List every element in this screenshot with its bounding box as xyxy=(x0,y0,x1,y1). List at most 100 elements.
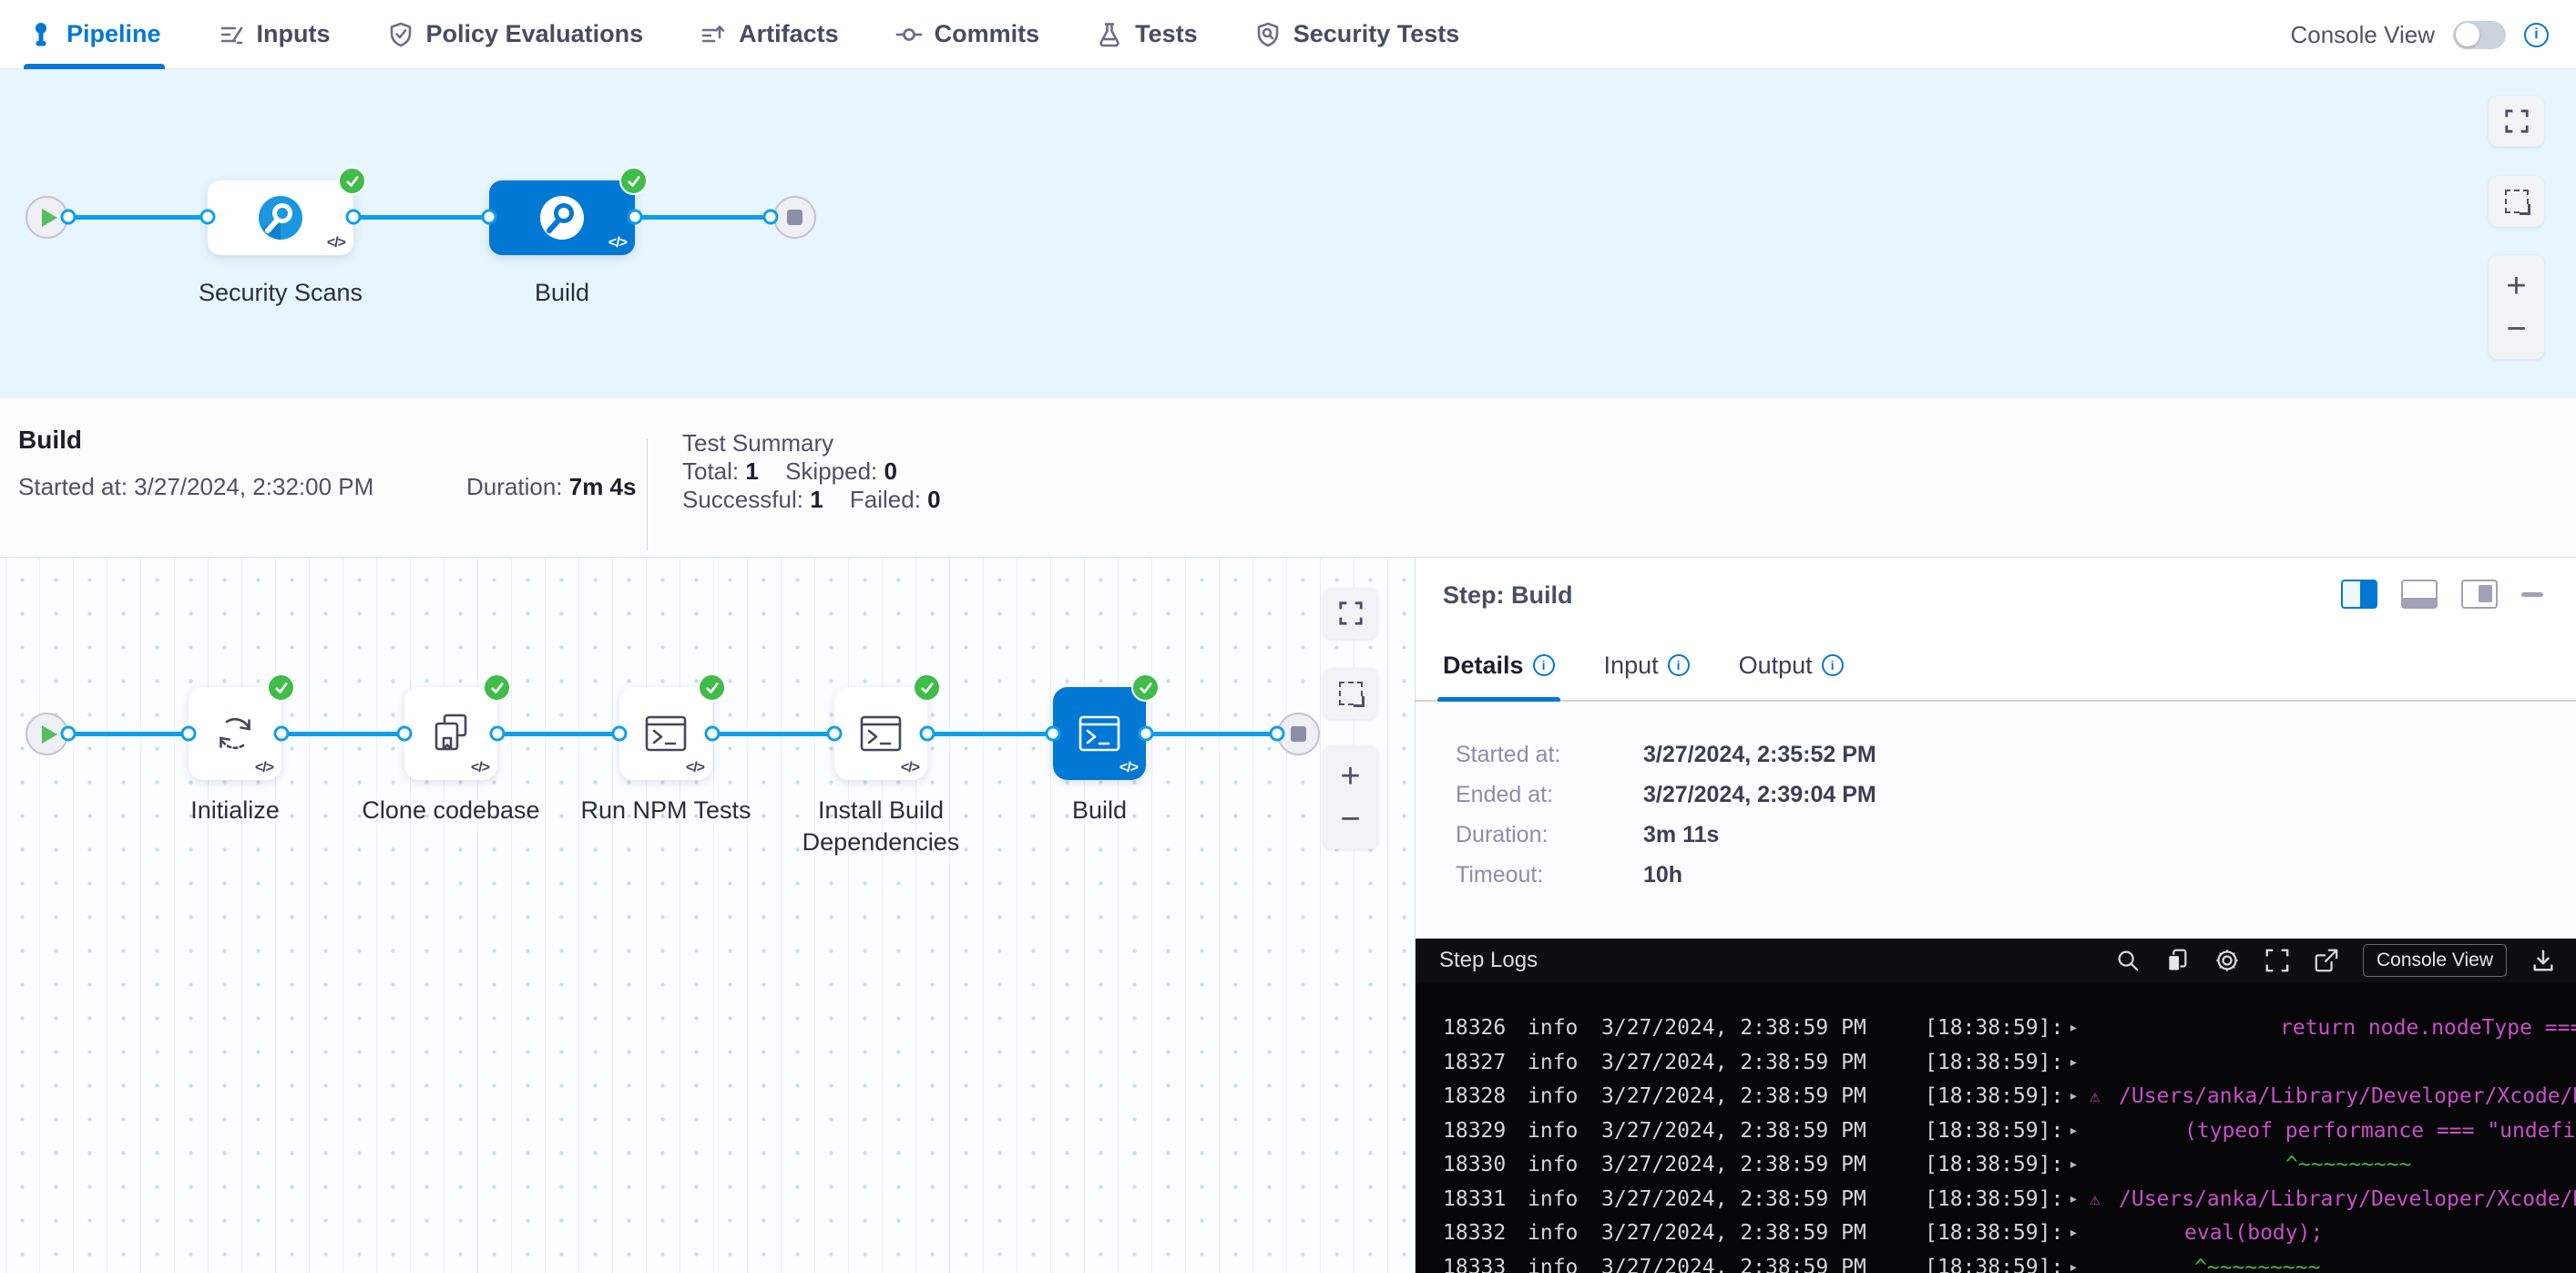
pipeline-execution-page: Pipeline Inputs Policy Evaluations Artif… xyxy=(0,0,2576,1273)
search-icon[interactable] xyxy=(2115,948,2141,973)
code-badge: </> xyxy=(686,760,704,776)
connector-port xyxy=(920,726,935,742)
minimize-panel-button[interactable] xyxy=(2521,592,2543,597)
duration-value: 7m 4s xyxy=(569,473,637,500)
log-line[interactable]: 18332 info 3/27/2024, 2:38:59 PM [18:38:… xyxy=(1416,1219,2576,1247)
zoom-in-button[interactable]: + xyxy=(1340,759,1360,794)
zoom-out-button[interactable]: − xyxy=(1340,802,1360,837)
success-badge xyxy=(483,673,511,702)
log-date: 3/27/2024, 2:38:59 PM xyxy=(1601,1049,1866,1076)
step-node-install-build-dependencies[interactable]: </> xyxy=(834,687,927,780)
zoom-out-button[interactable]: − xyxy=(2506,312,2526,346)
tab-security-tests[interactable]: Security Tests xyxy=(1254,0,1460,69)
info-icon[interactable]: i xyxy=(1822,654,1844,676)
expand-arrow-icon[interactable]: ▸ xyxy=(2069,1219,2079,1247)
log-date: 3/27/2024, 2:38:59 PM xyxy=(1601,1219,1866,1247)
console-view-button[interactable]: Console View xyxy=(2363,944,2507,977)
connector-port xyxy=(612,726,628,742)
tab-artifacts[interactable]: Artifacts xyxy=(700,0,839,69)
settings-gear-icon[interactable] xyxy=(2213,947,2241,974)
zoom-in-button[interactable]: + xyxy=(2506,269,2526,303)
tab-label: Security Tests xyxy=(1293,20,1460,48)
code-badge: </> xyxy=(471,760,489,776)
fullscreen-button[interactable] xyxy=(2489,96,2544,147)
layout-floating-view-button[interactable] xyxy=(2461,580,2498,609)
fullscreen-icon[interactable] xyxy=(2264,948,2290,973)
tab-input[interactable]: Input i xyxy=(1604,630,1690,701)
log-level: info xyxy=(1528,1254,1578,1273)
step-node-run-npm-tests[interactable]: </> xyxy=(619,687,712,780)
tab-label: Inputs xyxy=(257,20,331,48)
play-icon xyxy=(42,209,57,227)
tab-details[interactable]: Details i xyxy=(1443,630,1555,701)
connector-port xyxy=(628,210,643,225)
tab-output[interactable]: Output i xyxy=(1739,630,1844,701)
log-line-number: 18330 xyxy=(1443,1151,1506,1178)
tab-tests[interactable]: Tests xyxy=(1096,0,1198,69)
log-line-number: 18329 xyxy=(1443,1117,1506,1145)
step-logs-body[interactable]: 18326 info 3/27/2024, 2:38:59 PM [18:38:… xyxy=(1416,982,2576,1273)
check-icon xyxy=(919,680,935,696)
log-date: 3/27/2024, 2:38:59 PM xyxy=(1601,1083,1866,1110)
edge xyxy=(68,215,208,220)
check-icon xyxy=(344,173,361,190)
log-line[interactable]: 18333 info 3/27/2024, 2:38:59 PM [18:38:… xyxy=(1416,1254,2576,1273)
edge xyxy=(353,215,489,220)
expand-arrow-icon[interactable]: ▸ xyxy=(2069,1254,2079,1273)
log-line[interactable]: 18329 info 3/27/2024, 2:38:59 PM [18:38:… xyxy=(1416,1117,2576,1145)
shield-check-icon xyxy=(387,21,414,48)
tab-label: Details xyxy=(1443,652,1524,680)
log-time: [18:38:59]: xyxy=(1925,1151,2063,1178)
selection-tool-button[interactable] xyxy=(1323,668,1378,719)
tab-pipeline[interactable]: Pipeline xyxy=(27,0,161,69)
success-badge xyxy=(1131,673,1160,702)
check-icon xyxy=(704,680,721,696)
expand-arrow-icon[interactable]: ▸ xyxy=(2069,1117,2079,1145)
log-line[interactable]: 18326 info 3/27/2024, 2:38:59 PM [18:38:… xyxy=(1416,1014,2576,1042)
step-node-build[interactable]: </> xyxy=(1053,687,1146,780)
success-badge xyxy=(913,673,941,702)
download-icon[interactable] xyxy=(2530,948,2556,973)
log-line-number: 18331 xyxy=(1443,1186,1506,1213)
stage-node-security-scans[interactable]: </> xyxy=(208,180,353,255)
expand-arrow-icon[interactable]: ▸ xyxy=(2069,1049,2079,1076)
log-content: return node.nodeType === xyxy=(2280,1014,2576,1042)
tab-inputs[interactable]: Inputs xyxy=(218,0,331,69)
selection-tool-button[interactable] xyxy=(2489,176,2544,227)
tab-commits[interactable]: Commits xyxy=(895,0,1040,69)
log-line[interactable]: 18328 info 3/27/2024, 2:38:59 PM [18:38:… xyxy=(1416,1083,2576,1110)
step-graph-canvas[interactable]: </> </> </> xyxy=(0,558,1415,1273)
copy-icon[interactable] xyxy=(2164,948,2190,973)
log-content: ^~~~~~~~~~ xyxy=(2285,1151,2411,1178)
step-node-clone-codebase[interactable]: </> xyxy=(404,687,497,780)
detail-row: Started at: 3/27/2024, 2:35:52 PM xyxy=(1416,734,2576,775)
stage-graph-canvas[interactable]: </> </> Security xyxy=(0,69,2576,398)
expand-arrow-icon[interactable]: ▸ xyxy=(2069,1186,2079,1213)
log-line-number: 18327 xyxy=(1443,1049,1506,1076)
layout-bottom-view-button[interactable] xyxy=(2401,580,2438,609)
info-icon[interactable]: i xyxy=(2524,23,2549,47)
console-view-toggle[interactable] xyxy=(2453,21,2506,49)
info-icon[interactable]: i xyxy=(1533,654,1555,676)
log-line[interactable]: 18330 info 3/27/2024, 2:38:59 PM [18:38:… xyxy=(1416,1151,2576,1178)
expand-arrow-icon[interactable]: ▸ xyxy=(2069,1014,2079,1042)
log-line[interactable]: 18331 info 3/27/2024, 2:38:59 PM [18:38:… xyxy=(1416,1186,2576,1213)
step-label: Initialize xyxy=(126,795,344,826)
tab-policy-evaluations[interactable]: Policy Evaluations xyxy=(387,0,644,69)
step-node-initialize[interactable]: </> xyxy=(189,687,281,780)
info-icon[interactable]: i xyxy=(1668,654,1690,676)
pipeline-end-node[interactable] xyxy=(773,196,816,239)
stage-duration: Duration: 7m 4s xyxy=(466,473,636,501)
panel-layout-controls xyxy=(2341,580,2543,609)
log-content: /Users/anka/Library/Developer/Xcode/De xyxy=(2119,1083,2576,1110)
stage-node-build[interactable]: </> xyxy=(489,180,635,255)
layout-right-view-button[interactable] xyxy=(2341,580,2377,609)
open-in-new-icon[interactable] xyxy=(2314,948,2339,973)
expand-arrow-icon[interactable]: ▸ xyxy=(2069,1083,2079,1110)
connector-port xyxy=(274,726,290,742)
log-date: 3/27/2024, 2:38:59 PM xyxy=(1601,1151,1866,1178)
log-line[interactable]: 18327 info 3/27/2024, 2:38:59 PM [18:38:… xyxy=(1416,1049,2576,1076)
fullscreen-button[interactable] xyxy=(1323,588,1378,639)
log-content: /Users/anka/Library/Developer/Xcode/De xyxy=(2119,1186,2576,1213)
expand-arrow-icon[interactable]: ▸ xyxy=(2069,1151,2079,1178)
